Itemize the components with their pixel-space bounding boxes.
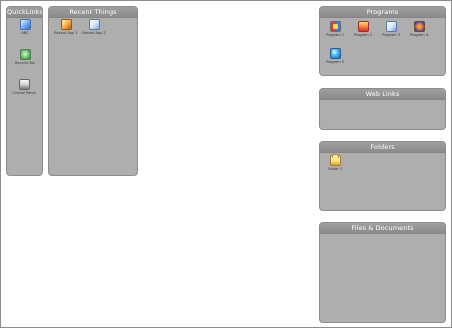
quicklinks-panel: QuickLinks ABC Recycle Bin Control Panel: [6, 6, 43, 176]
quicklink-recycle-bin-label: Recycle Bin: [14, 61, 36, 65]
launcher-page: QuickLinks ABC Recycle Bin Control Panel…: [0, 0, 452, 328]
notepad-icon: [385, 21, 397, 32]
recent-item-1[interactable]: Recent App 1: [54, 19, 78, 35]
programs-title: Programs: [320, 7, 445, 18]
recent-things-panel: Recent Things Recent App 1 Recent App 2: [48, 6, 138, 176]
program-item-5[interactable]: Program 5: [323, 48, 347, 64]
program-item-4[interactable]: Program 4: [407, 21, 431, 37]
program-item-3-label: Program 3: [381, 33, 401, 37]
programs-panel: Programs Program 1 Program 2 Program 3 P…: [319, 6, 446, 76]
program-item-2-label: Program 2: [353, 33, 373, 37]
web-links-panel: Web Links: [319, 88, 446, 130]
quicklink-recycle-bin[interactable]: Recycle Bin: [13, 49, 37, 65]
folders-panel: Folders Folder 1: [319, 141, 446, 211]
program-item-2[interactable]: Program 2: [351, 21, 375, 37]
web-links-title: Web Links: [320, 89, 445, 100]
quicklink-abc[interactable]: ABC: [13, 19, 37, 35]
program-item-1-label: Program 1: [325, 33, 345, 37]
recent-item-2[interactable]: Recent App 2: [82, 19, 106, 35]
document-icon: [88, 19, 100, 30]
program-item-4-label: Program 4: [409, 33, 429, 37]
quicklink-control-panel[interactable]: Control Panel: [12, 79, 36, 95]
recycle-bin-icon: [19, 49, 31, 60]
folder-item-1-label: Folder 1: [327, 167, 343, 171]
files-documents-panel: Files & Documents: [319, 222, 446, 323]
quicklink-control-panel-label: Control Panel: [12, 91, 36, 95]
browser-icon: [413, 21, 425, 32]
network-computer-icon: [19, 19, 31, 30]
paint-icon: [329, 21, 341, 32]
media-icon: [357, 21, 369, 32]
recent-item-1-label: Recent App 1: [54, 31, 78, 35]
quicklink-abc-label: ABC: [21, 31, 29, 35]
program-item-5-label: Program 5: [325, 60, 345, 64]
folder-item-1[interactable]: Folder 1: [323, 154, 347, 171]
control-panel-icon: [18, 79, 30, 90]
folders-title: Folders: [320, 142, 445, 153]
program-item-3[interactable]: Program 3: [379, 21, 403, 37]
recent-things-title: Recent Things: [49, 7, 137, 18]
globe-icon: [329, 48, 341, 59]
application-icon: [60, 19, 72, 30]
files-documents-title: Files & Documents: [320, 223, 445, 234]
recent-item-2-label: Recent App 2: [82, 31, 106, 35]
quicklinks-title: QuickLinks: [7, 7, 43, 18]
program-item-1[interactable]: Program 1: [323, 21, 347, 37]
folder-icon: [329, 154, 341, 166]
